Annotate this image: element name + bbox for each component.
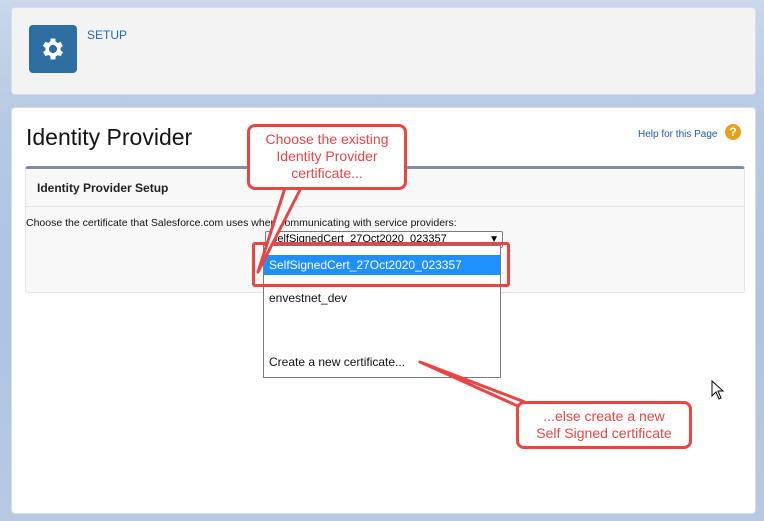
mouse-cursor-icon xyxy=(711,380,725,400)
dropdown-option[interactable]: envestnet_dev xyxy=(264,288,500,308)
callout-line: Identity Provider xyxy=(276,148,378,164)
section-title: Identity Provider Setup xyxy=(37,181,169,195)
callout-line: Choose the existing xyxy=(265,131,389,147)
help-icon[interactable]: ? xyxy=(725,124,741,140)
annotation-callout-new: ...else create a new Self Signed certifi… xyxy=(516,401,692,449)
help-link[interactable]: Help for this Page xyxy=(638,129,718,140)
callout-line: ...else create a new xyxy=(543,408,665,424)
callout-line: Self Signed certificate xyxy=(536,425,672,441)
annotation-highlight-box xyxy=(252,242,510,287)
setup-link[interactable]: SETUP xyxy=(87,28,127,42)
gear-icon[interactable] xyxy=(29,25,77,73)
annotation-callout-existing: Choose the existing Identity Provider ce… xyxy=(247,124,407,190)
certificate-description: Choose the certificate that Salesforce.c… xyxy=(26,217,457,229)
callout-line: certificate... xyxy=(291,165,363,181)
dropdown-option[interactable]: Create a new certificate... xyxy=(264,352,500,372)
page-title: Identity Provider xyxy=(26,124,193,150)
setup-header: SETUP xyxy=(11,7,756,95)
